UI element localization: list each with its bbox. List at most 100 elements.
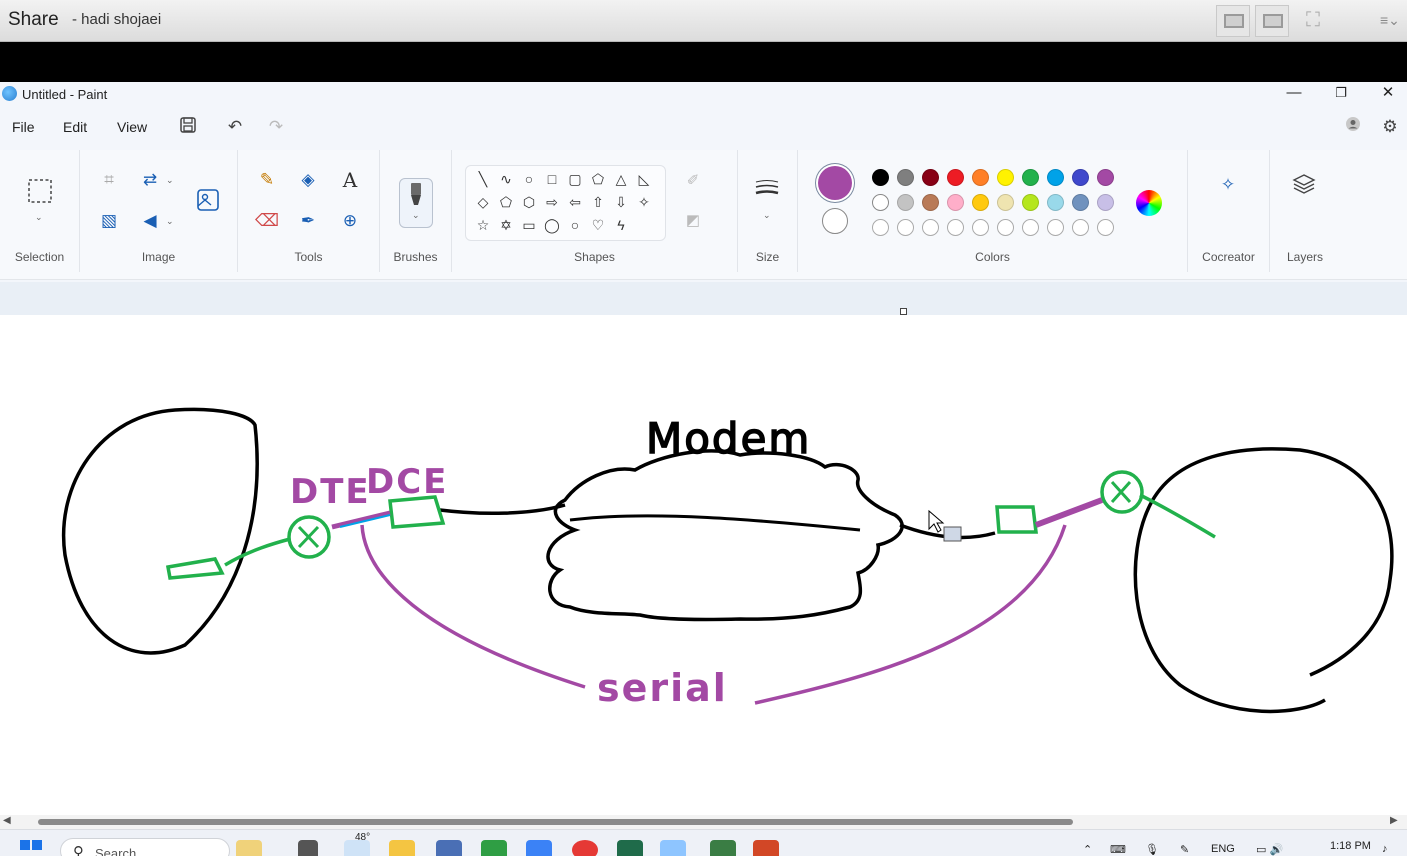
fullscreen-button[interactable]: ⛶ xyxy=(1300,5,1334,37)
five-point-star-shape-icon[interactable]: ☆ xyxy=(472,214,494,236)
palette-color-swatch[interactable] xyxy=(1097,169,1114,186)
curve-shape-icon[interactable]: ∿ xyxy=(495,168,517,190)
rounded-rectangle-shape-icon[interactable]: ▢ xyxy=(564,168,586,190)
settings-gear-icon[interactable]: ⚙ xyxy=(1379,116,1401,138)
fill-bucket-icon[interactable]: ◈ xyxy=(295,167,321,193)
chrome-icon[interactable] xyxy=(572,840,598,856)
right-arrow-shape-icon[interactable]: ⇨ xyxy=(541,191,563,213)
oval-callout-shape-icon[interactable]: ◯ xyxy=(541,214,563,236)
brush-button[interactable]: ⌄ xyxy=(399,178,433,228)
primary-color-swatch[interactable] xyxy=(818,166,852,200)
layers-icon[interactable] xyxy=(1291,172,1317,198)
hexagon-shape-icon[interactable]: ⬡ xyxy=(518,191,540,213)
palette-color-swatch[interactable] xyxy=(972,169,989,186)
palette-color-swatch[interactable] xyxy=(997,169,1014,186)
eraser-icon[interactable]: ⌫ xyxy=(254,208,280,234)
keyboard-icon[interactable]: ⌨ xyxy=(1110,843,1126,856)
selection-chevron-icon[interactable]: ⌄ xyxy=(35,212,43,223)
palette-color-swatch[interactable] xyxy=(1047,194,1064,211)
palette-color-swatch[interactable] xyxy=(1097,194,1114,211)
task-view-icon[interactable] xyxy=(298,840,318,856)
triangle-shape-icon[interactable]: △ xyxy=(610,168,632,190)
custom-color-slot[interactable] xyxy=(1047,219,1064,236)
size-chevron-icon[interactable]: ⌄ xyxy=(763,210,771,221)
up-arrow-shape-icon[interactable]: ⇧ xyxy=(587,191,609,213)
app-vo-icon[interactable] xyxy=(481,840,507,856)
rotate-icon[interactable]: ⇄ xyxy=(137,167,163,193)
widgets-icon[interactable] xyxy=(236,840,262,856)
notification-icon[interactable]: ♪ xyxy=(1382,843,1388,855)
four-point-star-shape-icon[interactable]: ✧ xyxy=(633,191,655,213)
rectangle-shape-icon[interactable]: □ xyxy=(541,168,563,190)
magnifier-icon[interactable]: ⊕ xyxy=(337,208,363,234)
app-terminal-icon[interactable] xyxy=(617,840,643,856)
powerpoint-icon[interactable] xyxy=(753,840,779,856)
secondary-color-swatch[interactable] xyxy=(822,208,848,234)
close-button[interactable]: ✕ xyxy=(1368,83,1407,105)
rotate-chevron-icon[interactable]: ⌄ xyxy=(166,175,174,186)
save-icon[interactable] xyxy=(177,116,199,138)
tray-chevron-icon[interactable]: ⌃ xyxy=(1083,843,1092,856)
oval-shape-icon[interactable]: ○ xyxy=(518,168,540,190)
file-explorer-icon[interactable] xyxy=(389,840,415,856)
right-triangle-shape-icon[interactable]: ◺ xyxy=(633,168,655,190)
color-picker-icon[interactable]: ✒ xyxy=(295,208,321,234)
pencil-icon[interactable]: ✎ xyxy=(254,167,280,193)
custom-color-slot[interactable] xyxy=(1097,219,1114,236)
network-volume-icon[interactable]: ▭ 🔊 xyxy=(1256,843,1283,856)
text-tool-icon[interactable]: A xyxy=(337,167,363,193)
custom-color-slot[interactable] xyxy=(972,219,989,236)
custom-color-slot[interactable] xyxy=(872,219,889,236)
drawing-canvas[interactable]: Modem DTE DCE serial xyxy=(0,315,1407,815)
horizontal-scrollbar[interactable]: ◀ ▶ xyxy=(0,815,1407,829)
palette-color-swatch[interactable] xyxy=(897,194,914,211)
app-books-icon[interactable] xyxy=(710,840,736,856)
taskbar-search[interactable]: ⚲ Search xyxy=(60,838,230,856)
palette-color-swatch[interactable] xyxy=(922,194,939,211)
minimize-button[interactable]: — xyxy=(1274,83,1314,105)
palette-color-swatch[interactable] xyxy=(872,169,889,186)
resize-image-icon[interactable] xyxy=(195,188,221,214)
down-arrow-shape-icon[interactable]: ⇩ xyxy=(610,191,632,213)
windows-start-icon[interactable] xyxy=(20,840,42,856)
palette-color-swatch[interactable] xyxy=(947,194,964,211)
scrollbar-thumb[interactable] xyxy=(38,819,1073,825)
shape-fill-icon[interactable]: ◩ xyxy=(680,208,706,234)
cocreator-icon[interactable]: ✧ xyxy=(1215,172,1241,198)
stroke-size-icon[interactable] xyxy=(754,178,780,204)
restore-button[interactable]: ❐ xyxy=(1321,83,1361,105)
edit-colors-wheel-icon[interactable] xyxy=(1136,190,1162,216)
layout-view-alt-button[interactable] xyxy=(1255,5,1289,37)
app-remote-icon[interactable] xyxy=(436,840,462,856)
palette-color-swatch[interactable] xyxy=(972,194,989,211)
app-meet-icon[interactable] xyxy=(526,840,552,856)
palette-color-swatch[interactable] xyxy=(1022,169,1039,186)
layout-view-button[interactable] xyxy=(1216,5,1250,37)
pentagon-shape-icon[interactable]: ⬠ xyxy=(495,191,517,213)
palette-color-swatch[interactable] xyxy=(872,194,889,211)
remove-background-icon[interactable]: ▧ xyxy=(96,208,122,234)
undo-icon[interactable]: ↶ xyxy=(224,116,246,138)
pen-icon[interactable]: ✎ xyxy=(1180,843,1189,856)
palette-color-swatch[interactable] xyxy=(1072,169,1089,186)
crop-icon[interactable]: ⌗ xyxy=(96,167,122,193)
left-arrow-shape-icon[interactable]: ⇦ xyxy=(564,191,586,213)
palette-color-swatch[interactable] xyxy=(997,194,1014,211)
heart-shape-icon[interactable]: ♡ xyxy=(587,214,609,236)
canvas-resize-handle[interactable] xyxy=(900,308,907,315)
palette-color-swatch[interactable] xyxy=(897,169,914,186)
microphone-icon[interactable]: 🎙 xyxy=(1145,843,1159,856)
weather-icon[interactable]: 48° xyxy=(344,832,370,856)
account-icon[interactable] xyxy=(1342,116,1364,138)
custom-color-slot[interactable] xyxy=(1072,219,1089,236)
redo-icon[interactable]: ↷ xyxy=(265,116,287,138)
custom-color-slot[interactable] xyxy=(997,219,1014,236)
custom-color-slot[interactable] xyxy=(897,219,914,236)
menu-view[interactable]: View xyxy=(117,119,147,135)
custom-color-slot[interactable] xyxy=(922,219,939,236)
flip-chevron-icon[interactable]: ⌄ xyxy=(166,216,174,227)
six-point-star-shape-icon[interactable]: ✡ xyxy=(495,214,517,236)
paint-taskbar-icon[interactable] xyxy=(660,840,686,856)
lightning-shape-icon[interactable]: ϟ xyxy=(610,214,632,236)
palette-color-swatch[interactable] xyxy=(1047,169,1064,186)
